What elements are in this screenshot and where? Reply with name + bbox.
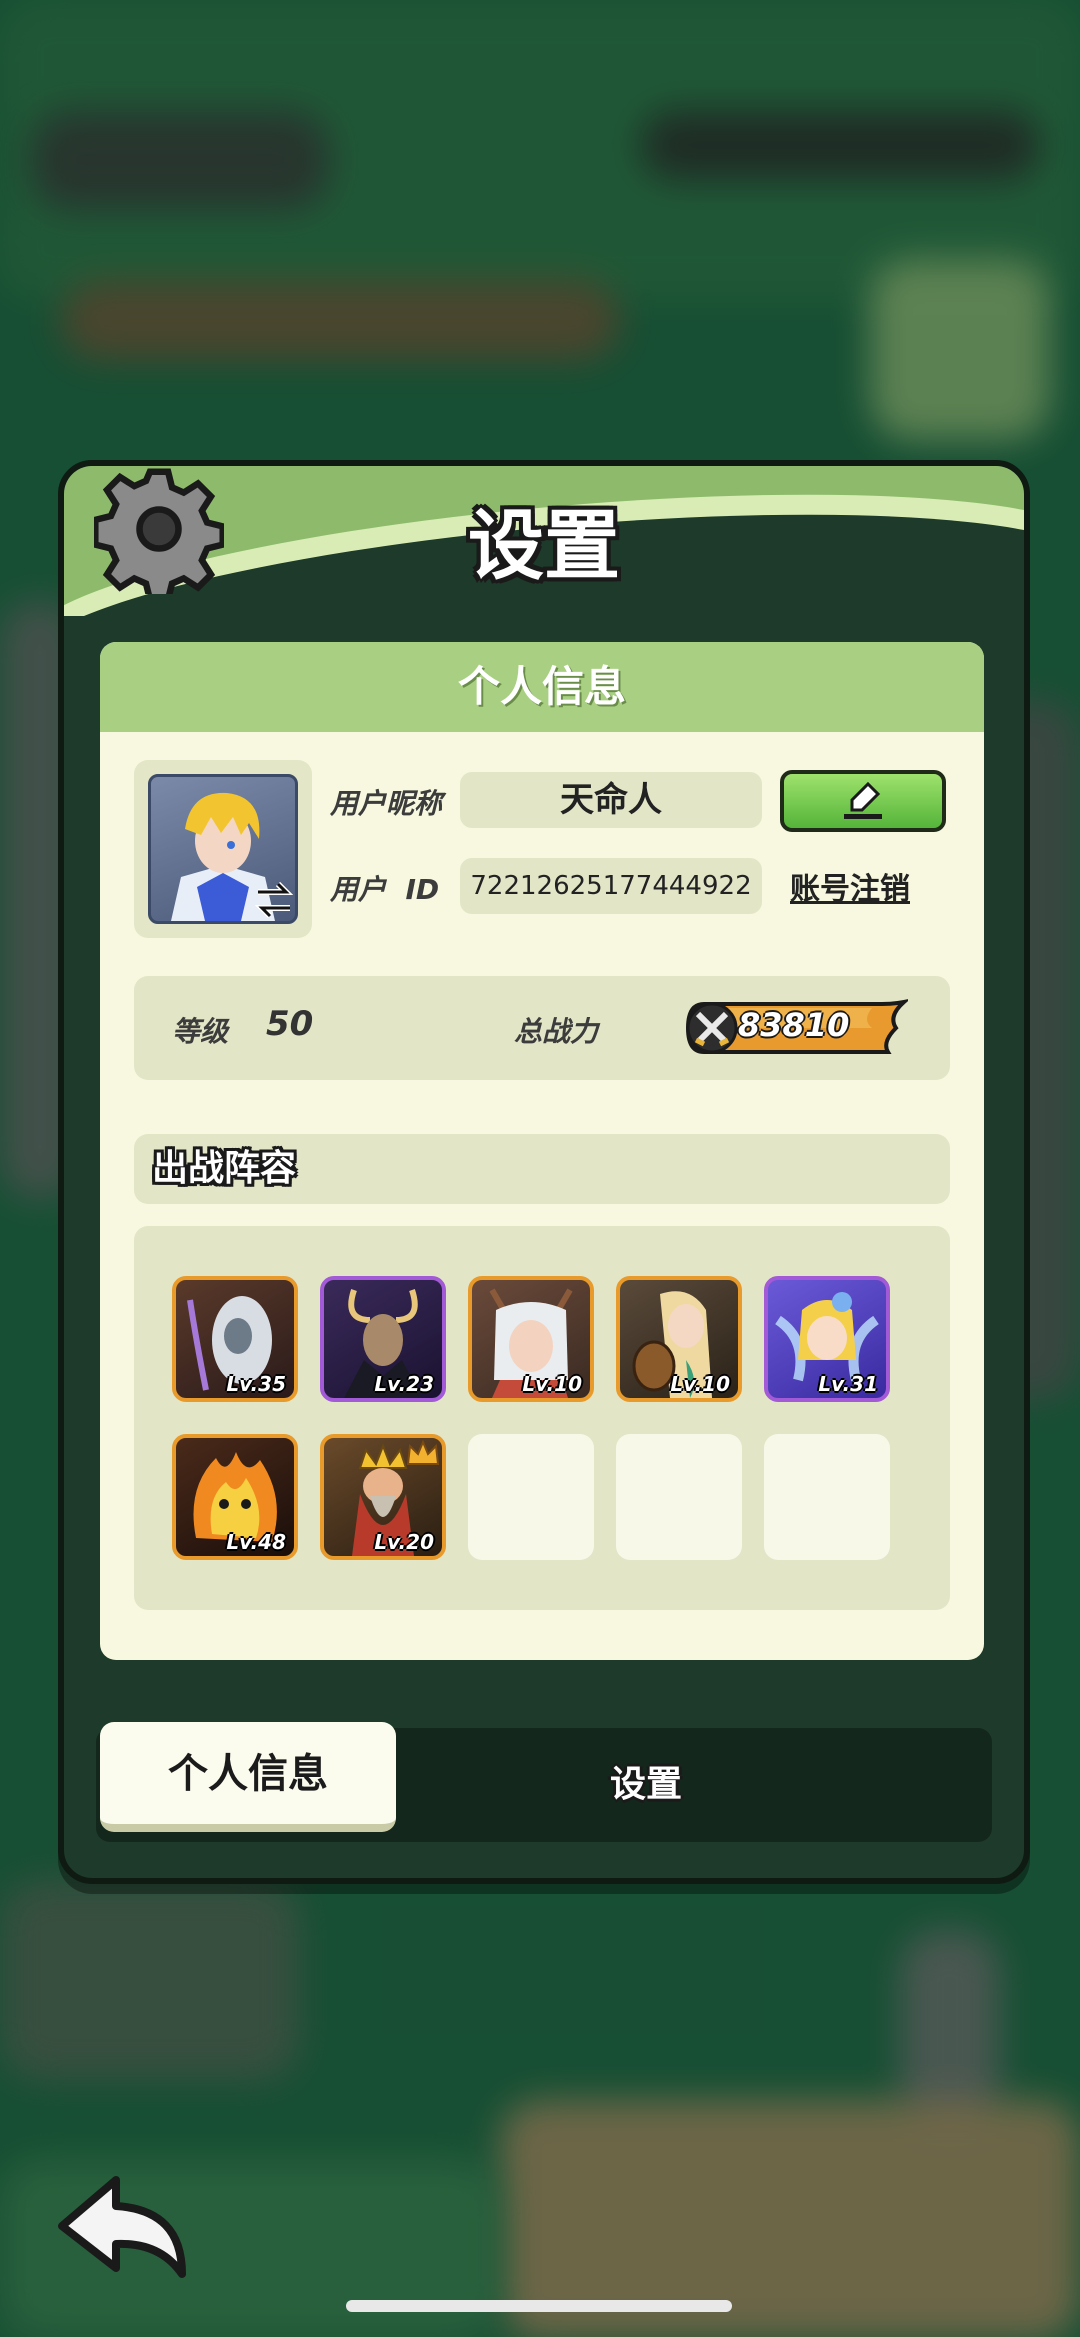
power-badge: 83810 (682, 998, 908, 1056)
user-id-field: 72212625177444922 (460, 858, 762, 914)
lineup-grid: Lv.35 Lv.23 Lv.10 Lv.10 Lv.31 Lv.48 Lv.2… (134, 1226, 950, 1610)
user-id-label: 用户 ID (330, 873, 440, 906)
lineup-title: 出战阵容 (134, 1134, 950, 1204)
stats-row: 等级 50 总战力 83810 (134, 976, 950, 1080)
settings-panel: 设置 个人信息 用户昵称 天命人 用户 ID 72212625177444922… (58, 460, 1030, 1884)
empty-hero-slot[interactable] (468, 1434, 594, 1560)
hero-slot[interactable]: Lv.48 (172, 1434, 298, 1560)
hero-level: Lv.20 (374, 1530, 434, 1554)
level-value: 50 (266, 1004, 314, 1044)
account-deletion-link[interactable]: 账号注销 (790, 864, 910, 908)
hero-slot[interactable]: Lv.35 (172, 1276, 298, 1402)
home-indicator (346, 2300, 732, 2312)
switch-avatar-icon[interactable] (252, 878, 296, 922)
personal-info-card: 个人信息 用户昵称 天命人 用户 ID 72212625177444922 账号… (100, 642, 984, 1660)
page-title: 设置 (468, 501, 620, 590)
back-arrow-icon[interactable] (56, 2170, 196, 2280)
avatar-frame[interactable] (134, 760, 312, 938)
nickname-field: 天命人 (460, 772, 762, 828)
hero-level: Lv.31 (818, 1372, 878, 1396)
hero-level: Lv.10 (670, 1372, 730, 1396)
pencil-icon (844, 781, 882, 819)
nickname-label: 用户昵称 (330, 787, 443, 820)
personal-info-heading: 个人信息 (100, 642, 984, 732)
power-label: 总战力 (514, 1015, 599, 1048)
hero-slot[interactable]: Lv.10 (468, 1276, 594, 1402)
level-label: 等级 (172, 1015, 229, 1048)
crown-icon (406, 1440, 440, 1465)
crossed-swords-icon (694, 1011, 730, 1047)
hero-slot[interactable]: Lv.23 (320, 1276, 446, 1402)
empty-hero-slot[interactable] (764, 1434, 890, 1560)
hero-level: Lv.10 (522, 1372, 582, 1396)
tab-settings[interactable]: 设置 (496, 1728, 796, 1842)
tab-personal-info[interactable]: 个人信息 (100, 1722, 396, 1832)
hero-level: Lv.35 (226, 1372, 286, 1396)
hero-slot[interactable]: Lv.20 (320, 1434, 446, 1560)
hero-level: Lv.48 (226, 1530, 286, 1554)
hero-slot[interactable]: Lv.10 (616, 1276, 742, 1402)
empty-hero-slot[interactable] (616, 1434, 742, 1560)
hero-level: Lv.23 (374, 1372, 434, 1396)
hero-slot[interactable]: Lv.31 (764, 1276, 890, 1402)
edit-nickname-button[interactable] (780, 770, 946, 832)
power-value: 83810 (738, 1006, 850, 1044)
tab-bar: 个人信息 设置 (96, 1722, 992, 1842)
